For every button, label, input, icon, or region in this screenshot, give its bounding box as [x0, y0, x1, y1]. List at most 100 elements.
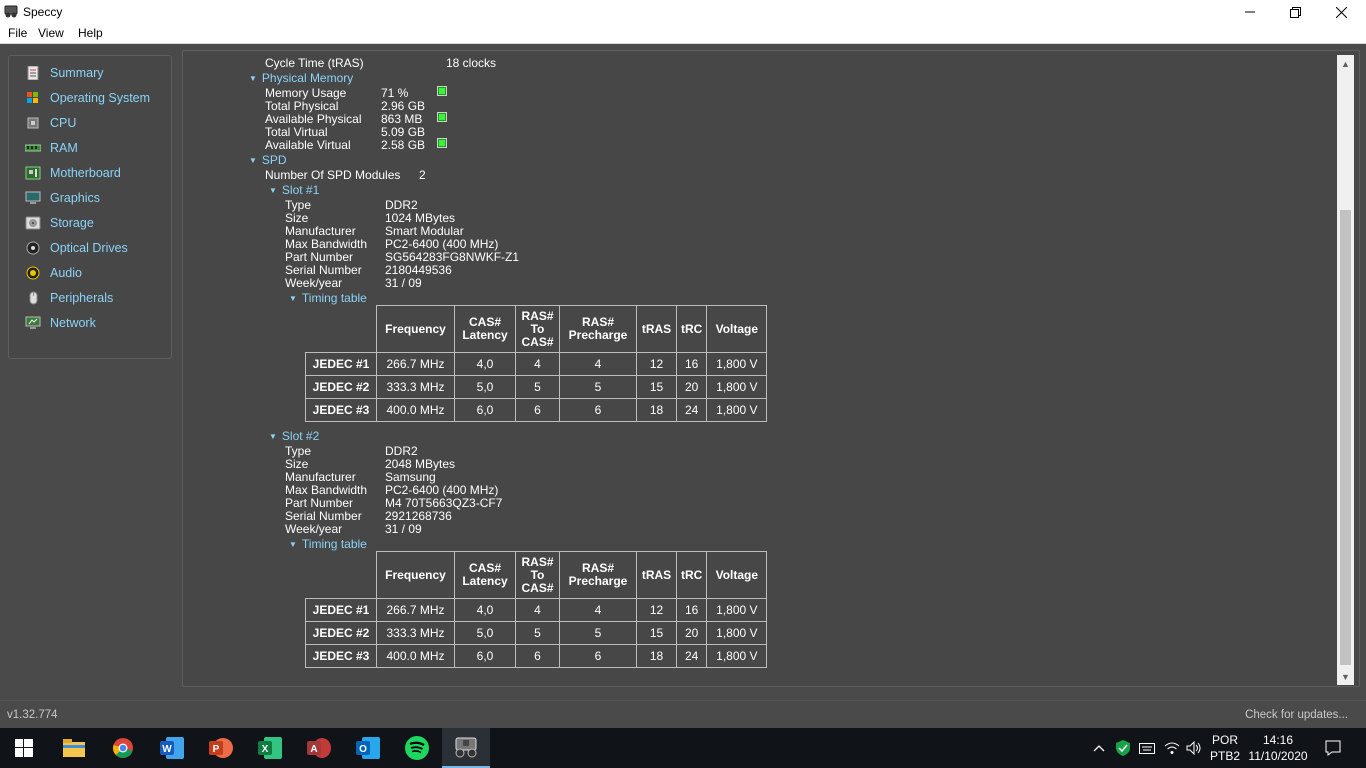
ram-icon: [25, 144, 41, 152]
speaker-volume-icon: [1186, 741, 1201, 755]
sidebar-item-motherboard[interactable]: Motherboard: [9, 162, 171, 184]
check-updates-link[interactable]: Check for updates...: [1245, 709, 1348, 721]
header-voltage: Voltage: [706, 551, 768, 599]
sidebar-item-optical-drives[interactable]: Optical Drives: [9, 237, 171, 259]
taskbar-file-explorer[interactable]: [50, 728, 98, 768]
memory-usage-indicator: [437, 86, 447, 96]
header-frequency: Frequency: [376, 305, 455, 353]
minimize-button[interactable]: [1227, 0, 1273, 24]
spd-heading[interactable]: ▼ SPD: [249, 153, 287, 169]
action-center-button[interactable]: [1316, 728, 1350, 768]
header-cas-latency: CAS# Latency: [454, 305, 516, 353]
tray-network[interactable]: [1162, 728, 1182, 768]
slot-1-part-number-label: Part Number: [285, 250, 354, 264]
window-title: Speccy: [23, 5, 63, 19]
close-button[interactable]: [1318, 0, 1364, 24]
taskbar-powerpoint[interactable]: P: [197, 728, 245, 768]
slot-2-timing-table: Frequency CAS# Latency RAS# To CAS# RAS#…: [305, 551, 768, 668]
title-bar: Speccy: [0, 0, 1366, 24]
collapse-arrow-icon: ▼: [269, 432, 277, 441]
scrollbar-thumb[interactable]: [1340, 210, 1351, 665]
available-physical-value: 863 MB: [381, 112, 423, 126]
tray-input-method[interactable]: [1138, 728, 1156, 768]
slot-1-week-year-value: 31 / 09: [385, 276, 422, 290]
slot-2-bandwidth-label: Max Bandwidth: [285, 483, 368, 497]
physical-memory-heading[interactable]: ▼ Physical Memory: [249, 71, 353, 87]
taskbar-excel[interactable]: X: [246, 728, 294, 768]
svg-text:O: O: [359, 744, 367, 755]
collapse-arrow-icon: ▼: [249, 156, 257, 165]
scroll-up-icon[interactable]: ▲: [1337, 55, 1354, 72]
collapse-arrow-icon: ▼: [289, 294, 297, 303]
slot-1-serial-value: 2180449536: [385, 263, 452, 277]
slot-1-bandwidth-label: Max Bandwidth: [285, 237, 368, 251]
taskbar-chrome[interactable]: [99, 728, 147, 768]
taskbar-word[interactable]: W: [148, 728, 196, 768]
status-bar: v1.32.774 Check for updates...: [0, 700, 1366, 728]
total-virtual-label: Total Virtual: [265, 125, 328, 139]
available-physical-label: Available Physical: [265, 112, 362, 126]
slot-1-heading[interactable]: ▼ Slot #1: [269, 183, 319, 199]
monitor-icon: [25, 191, 41, 204]
mouse-icon: [29, 291, 38, 305]
taskbar-outlook[interactable]: O: [344, 728, 392, 768]
taskbar-access[interactable]: A: [295, 728, 343, 768]
sidebar-item-audio[interactable]: Audio: [9, 262, 171, 284]
table-row: JEDEC #2 333.3 MHz 5,0 5 5 15 20 1,800 V: [305, 375, 768, 399]
header-frequency: Frequency: [376, 551, 455, 599]
sidebar-item-ram[interactable]: RAM: [9, 137, 171, 159]
slot-2-week-year-value: 31 / 09: [385, 522, 422, 536]
version-label: v1.32.774: [7, 709, 58, 721]
network-icon: [25, 316, 41, 329]
tray-security[interactable]: [1114, 728, 1132, 768]
tray-volume[interactable]: [1184, 728, 1204, 768]
shield-icon: [1116, 740, 1130, 756]
start-button[interactable]: [0, 728, 48, 768]
total-physical-value: 2.96 GB: [381, 99, 426, 113]
notification-icon: [1325, 740, 1341, 756]
language-code: POR: [1211, 733, 1238, 747]
restore-button[interactable]: [1272, 0, 1318, 24]
table-row: JEDEC #1 266.7 MHz 4,0 4 4 12 16 1,800 V: [305, 352, 768, 376]
scroll-down-icon[interactable]: ▼: [1337, 668, 1354, 685]
svg-text:P: P: [213, 744, 220, 755]
available-virtual-indicator: [437, 138, 447, 148]
spd-modules-value: 2: [419, 168, 426, 182]
optical-drive-icon: [26, 241, 40, 255]
slot-2-manufacturer-value: Samsung: [385, 470, 436, 484]
cycle-time-label: Cycle Time (tRAS): [265, 56, 364, 70]
taskbar-speccy[interactable]: [442, 728, 490, 768]
slot-2-heading[interactable]: ▼ Slot #2: [269, 429, 319, 445]
slot-2-manufacturer-label: Manufacturer: [285, 470, 356, 484]
sidebar-item-summary[interactable]: Summary: [9, 62, 171, 84]
menu-divider: [0, 43, 1366, 44]
slot-1-serial-label: Serial Number: [285, 263, 362, 277]
slot-2-part-number-label: Part Number: [285, 496, 354, 510]
sidebar-item-network[interactable]: Network: [9, 312, 171, 334]
details-panel: Cycle Time (tRAS) 18 clocks ▼ Physical Me…: [182, 50, 1360, 687]
show-hidden-icons-button[interactable]: [1090, 728, 1108, 768]
sidebar-item-graphics[interactable]: Graphics: [9, 187, 171, 209]
slot-1-size-value: 1024 MBytes: [385, 211, 456, 225]
menu-view[interactable]: View: [38, 26, 64, 40]
sidebar-item-storage[interactable]: Storage: [9, 212, 171, 234]
slot-1-bandwidth-value: PC2-6400 (400 MHz): [385, 237, 499, 251]
menu-bar: File View Help: [0, 24, 1366, 43]
outlook-icon: O: [356, 737, 380, 759]
chrome-icon: [113, 738, 133, 758]
sidebar-item-operating-system[interactable]: Operating System: [9, 87, 171, 109]
menu-help[interactable]: Help: [78, 26, 103, 40]
tray-clock[interactable]: 14:16 11/10/2020: [1244, 728, 1312, 768]
tray-language[interactable]: POR PTB2: [1206, 728, 1244, 768]
menu-file[interactable]: File: [8, 26, 27, 40]
sidebar-item-peripherals[interactable]: Peripherals: [9, 287, 171, 309]
table-row: JEDEC #1 266.7 MHz 4,0 4 4 12 16 1,800 V: [305, 598, 768, 622]
slot-1-week-year-label: Week/year: [285, 276, 343, 290]
clock-date: 11/10/2020: [1248, 749, 1308, 763]
memory-usage-value: 71 %: [381, 86, 409, 100]
vertical-scrollbar[interactable]: ▲ ▼: [1337, 55, 1354, 685]
sidebar-item-cpu[interactable]: CPU: [9, 112, 171, 134]
total-physical-label: Total Physical: [265, 99, 339, 113]
windows-taskbar: W P X A O POR PTB2 14:16 11/10/2020: [0, 728, 1366, 768]
taskbar-spotify[interactable]: [393, 728, 441, 768]
